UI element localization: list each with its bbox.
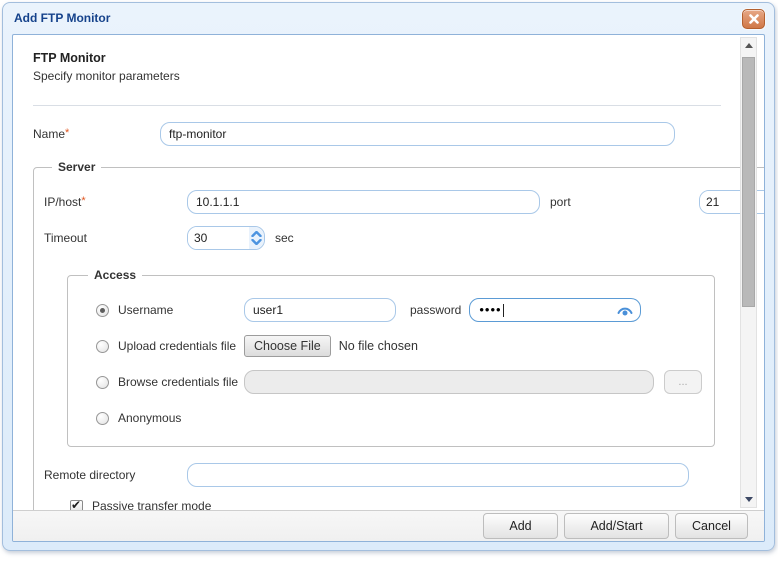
port-label: port — [550, 195, 571, 209]
passive-mode-label: Passive transfer mode — [92, 499, 212, 510]
passive-mode-row: Passive transfer mode — [70, 498, 764, 510]
anonymous-radio[interactable] — [96, 411, 109, 425]
timeout-label: Timeout — [44, 231, 87, 245]
browse-ellipsis-button[interactable]: ... — [664, 370, 702, 394]
remote-directory-input[interactable] — [187, 463, 689, 487]
cancel-button[interactable]: Cancel — [675, 513, 748, 539]
close-button[interactable] — [742, 9, 765, 29]
password-input[interactable]: •••• — [469, 298, 642, 322]
name-input[interactable] — [160, 122, 675, 146]
upload-credentials-label: Upload credentials file — [118, 339, 237, 353]
remote-directory-label: Remote directory — [44, 468, 136, 482]
scrollbar-thumb[interactable] — [742, 57, 755, 307]
timeout-row: Timeout sec — [44, 226, 764, 250]
form-title: FTP Monitor — [33, 51, 106, 65]
dialog-title: Add FTP Monitor — [14, 11, 111, 25]
timeout-input[interactable] — [188, 227, 249, 249]
username-row: Username password •••• — [96, 298, 702, 322]
anonymous-row: Anonymous — [96, 406, 702, 430]
form-subtitle: Specify monitor parameters — [33, 69, 180, 83]
username-label: Username — [118, 303, 174, 317]
scroll-down-button[interactable] — [741, 492, 756, 507]
header-separator — [33, 105, 721, 106]
browse-credentials-row: Browse credentials file ... — [96, 370, 702, 394]
dialog-titlebar[interactable]: Add FTP Monitor — [3, 3, 774, 34]
ip-host-input[interactable] — [187, 190, 540, 214]
timeout-spin-buttons[interactable] — [248, 227, 264, 249]
add-button[interactable]: Add — [483, 513, 558, 539]
text-cursor — [502, 303, 504, 317]
upload-credentials-row: Upload credentials file Choose File No f… — [96, 334, 702, 358]
vertical-scrollbar[interactable] — [740, 37, 757, 508]
remote-directory-row: Remote directory — [44, 463, 764, 487]
triangle-down-icon — [744, 497, 753, 502]
name-row: Name* — [33, 122, 735, 146]
required-asterisk: * — [81, 195, 86, 207]
dialog-content-panel: FTP Monitor Specify monitor parameters N… — [12, 34, 765, 542]
ip-host-label: IP/host* — [44, 195, 86, 209]
chevron-down-icon — [251, 239, 262, 245]
username-input[interactable] — [244, 298, 396, 322]
password-label: password — [410, 303, 462, 317]
timeout-spinner — [187, 226, 265, 250]
access-fieldset: Access Username password •••• — [67, 268, 715, 447]
chevron-up-icon — [251, 231, 262, 237]
no-file-chosen-text: No file chosen — [338, 339, 418, 353]
scroll-viewport: FTP Monitor Specify monitor parameters N… — [13, 35, 764, 510]
password-masked-value: •••• — [479, 302, 502, 317]
form-content: FTP Monitor Specify monitor parameters N… — [13, 35, 764, 510]
server-fieldset: Server IP/host* port — [33, 160, 764, 510]
passive-mode-checkbox[interactable] — [70, 498, 83, 510]
browse-credentials-radio[interactable] — [96, 375, 109, 389]
browse-credentials-input — [244, 370, 654, 394]
ip-host-row: IP/host* port — [44, 190, 764, 214]
access-legend: Access — [94, 268, 137, 282]
timeout-unit-label: sec — [275, 231, 294, 245]
add-start-button[interactable]: Add/Start — [564, 513, 669, 539]
add-ftp-monitor-dialog: Add FTP Monitor FTP Monitor Specify moni… — [2, 2, 775, 551]
required-asterisk: * — [65, 127, 70, 139]
name-label: Name* — [33, 127, 70, 141]
eye-icon[interactable] — [616, 304, 634, 317]
server-legend: Server — [58, 160, 96, 174]
choose-file-button[interactable]: Choose File — [244, 335, 331, 357]
anonymous-label: Anonymous — [118, 411, 182, 425]
scroll-up-button[interactable] — [741, 38, 756, 53]
triangle-up-icon — [744, 43, 753, 48]
close-icon — [748, 14, 759, 24]
dialog-footer: Add Add/Start Cancel — [13, 510, 764, 541]
browse-credentials-label: Browse credentials file — [118, 375, 239, 389]
username-radio[interactable] — [96, 303, 109, 317]
upload-credentials-radio[interactable] — [96, 339, 109, 353]
